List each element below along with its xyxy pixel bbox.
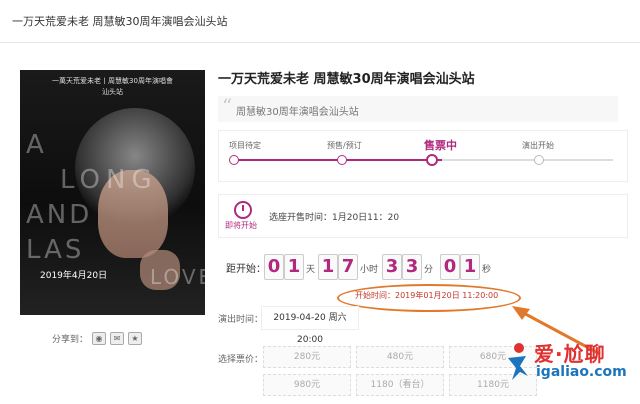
price-option-480[interactable]: 480元 xyxy=(356,346,444,368)
watermark-brand: 爱·尬聊 xyxy=(534,342,606,366)
mascot-icon xyxy=(508,343,528,380)
price-option-1180-stand[interactable]: 1180（看台） xyxy=(356,374,444,396)
watermark-site: igaliao.com xyxy=(536,364,627,380)
price-option-980[interactable]: 980元 xyxy=(263,374,351,396)
watermark-logo: 爱·尬聊 igaliao.com xyxy=(500,334,640,404)
performance-time-option[interactable]: 2019-04-20 周六 20:00 xyxy=(261,306,359,345)
performance-label: 演出时间： xyxy=(218,315,264,325)
price-label: 选择票价： xyxy=(218,355,264,365)
price-option-280[interactable]: 280元 xyxy=(263,346,351,368)
